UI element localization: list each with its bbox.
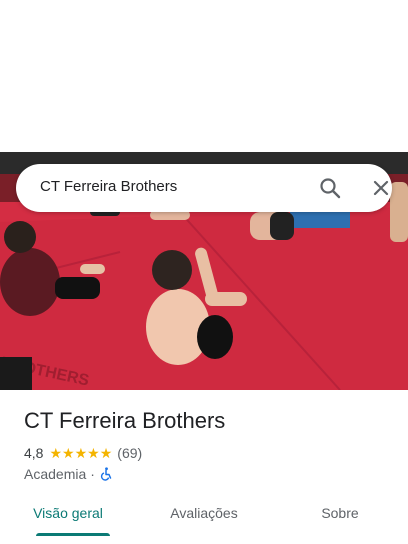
search-input[interactable]: CT Ferreira Brothers [40, 178, 177, 195]
blank-map-area [0, 0, 408, 152]
category-row: Academia · [24, 465, 113, 483]
search-icon[interactable] [318, 176, 342, 200]
review-count-link[interactable]: (69) [117, 445, 142, 461]
close-icon[interactable] [369, 176, 393, 200]
search-bar[interactable]: CT Ferreira Brothers [16, 164, 392, 212]
separator: · [90, 466, 95, 482]
star-icon: ★ [74, 445, 88, 461]
active-tab-indicator [36, 533, 110, 536]
rating-row: 4,8 ★ ★ ★ ★ ★ (69) [24, 444, 142, 462]
tab-reviews[interactable]: Avaliações [136, 494, 272, 538]
tab-about[interactable]: Sobre [272, 494, 408, 538]
tab-bar: Visão geral Avaliações Sobre [0, 494, 408, 538]
star-rating: ★ ★ ★ ★ ★ [49, 446, 112, 460]
star-icon: ★ [87, 445, 100, 461]
rating-value: 4,8 [24, 445, 44, 461]
star-icon: ★ [99, 445, 113, 461]
star-icon: ★ [49, 445, 63, 461]
wheelchair-icon [99, 467, 113, 481]
place-title: CT Ferreira Brothers [24, 408, 226, 433]
star-icon: ★ [62, 445, 75, 461]
category-label: Academia [24, 466, 87, 482]
tab-overview[interactable]: Visão geral [0, 494, 136, 538]
